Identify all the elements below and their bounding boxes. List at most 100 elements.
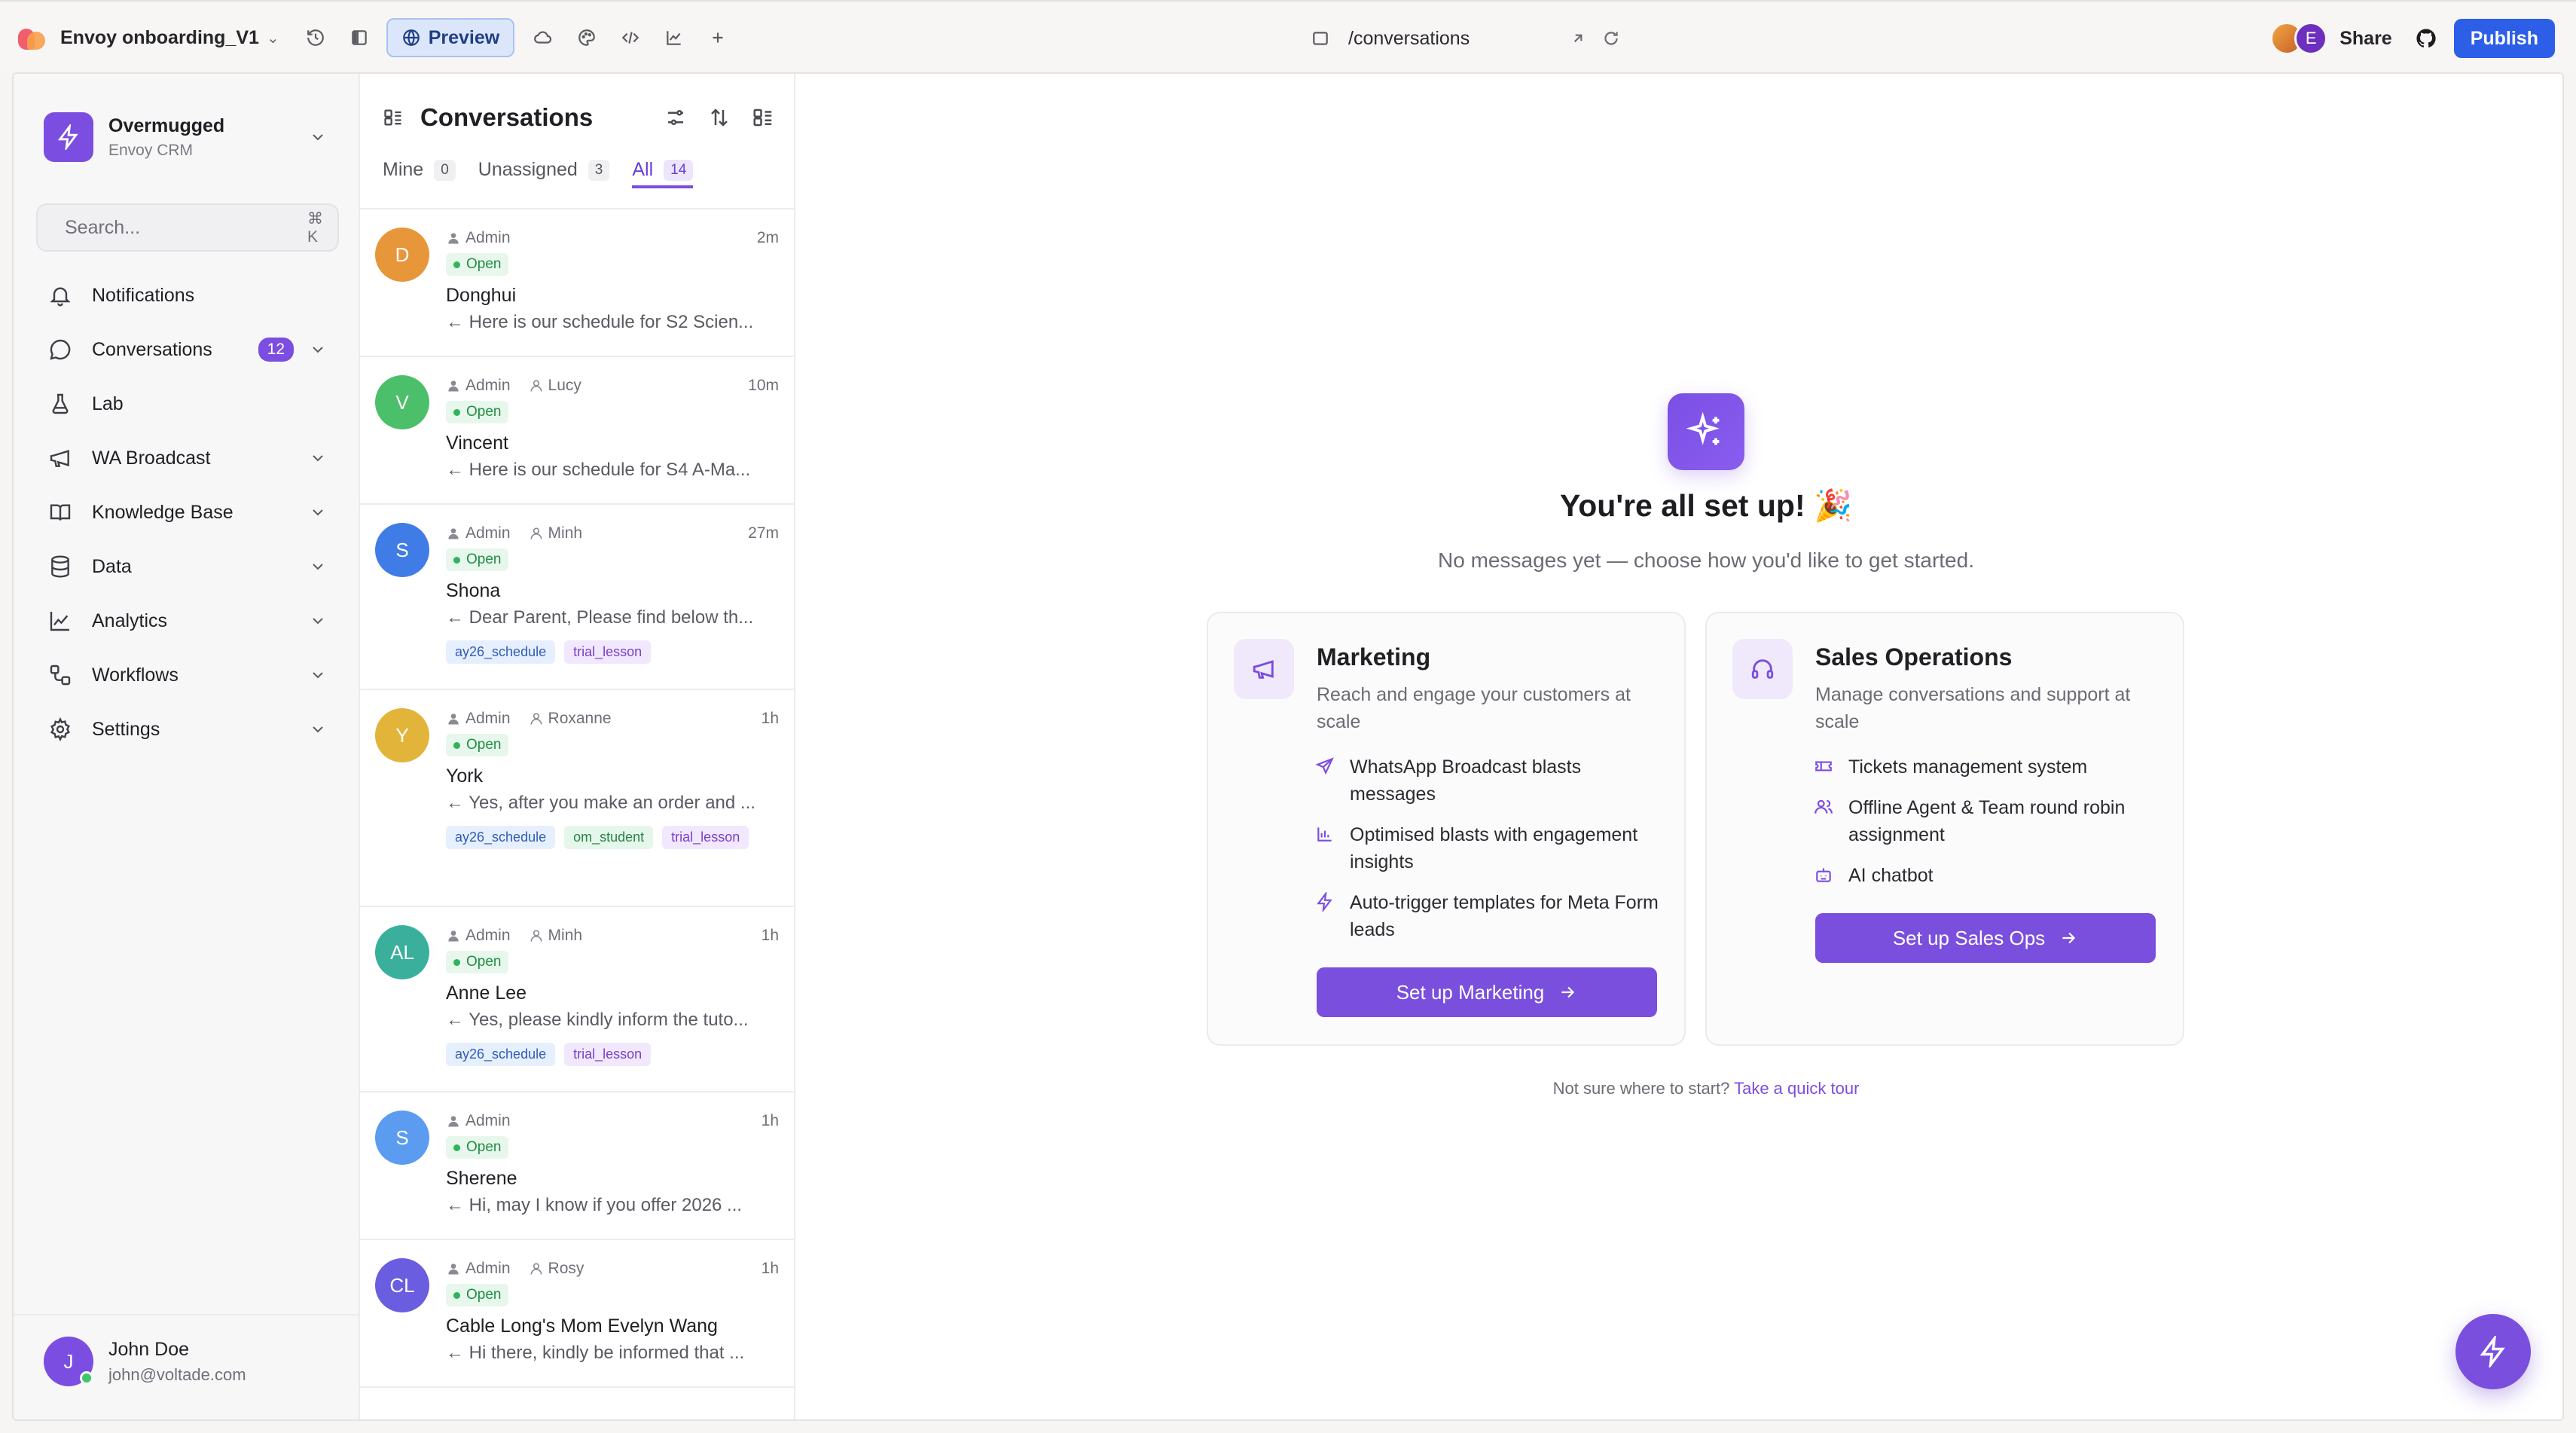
preview-label: Preview [428,26,500,48]
conversation-meta: Admin Rosy [446,1260,584,1278]
chevron-down-icon[interactable]: ⌄ [267,29,279,47]
workflow-icon [50,665,71,686]
conversation-row[interactable]: Y Admin Roxanne 1h Open York ← Yes, after you … [360,690,795,907]
sidebar-nav: Notifications Conversations 12 Lab WA Br… [36,268,339,756]
avatar: V [375,375,429,429]
sidebar-item-conversations[interactable]: Conversations 12 [36,322,339,377]
status-text: Open [466,256,502,272]
quick-action-button[interactable] [2455,1314,2531,1389]
conversation-row[interactable]: CL Admin Rosy 1h Open Cable Long's Mom Evelyn… [360,1240,795,1388]
palette-icon[interactable] [570,21,603,54]
cloud-icon[interactable] [526,21,560,54]
status-dot [453,958,460,966]
sidebar-toggle-icon[interactable] [343,21,376,54]
zap-icon [57,124,78,150]
chevron-down-icon[interactable] [309,558,327,576]
tab-unassigned[interactable]: Unassigned 3 [478,159,610,188]
url-bar[interactable]: /conversations [1300,18,1631,59]
feature-item: Auto-trigger templates for Meta Form lea… [1317,889,1671,943]
sidebar-item-notifications[interactable]: Notifications [36,268,339,322]
chart-icon [50,612,69,631]
conversation-row[interactable]: V Admin Lucy 10m Open Vincent ← Here is our sc… [360,357,795,505]
owner-name: Admin [465,524,511,542]
message-preview: ← Here is our schedule for S2 Scien... [446,312,754,332]
tab-label: Mine [383,159,424,180]
github-icon[interactable] [2415,27,2437,50]
analytics-icon[interactable] [658,21,691,54]
layout-icon[interactable] [752,106,774,129]
conversation-list-panel: Conversations Mine 0 Unassigned 3 All 14… [360,74,795,1419]
chevron-down-icon[interactable] [309,666,327,684]
setup-sales-ops-button[interactable]: Set up Sales Ops [1815,913,2156,963]
owner-icon [448,1263,459,1275]
bell-icon [50,287,71,307]
conversation-row[interactable]: AL Admin Minh 1h Open Anne Lee ← Yes, please k… [360,907,795,1092]
tab-all[interactable]: All 14 [632,159,694,188]
tag-chip[interactable]: ay26_schedule [446,826,556,849]
preview-button[interactable]: Preview [386,18,515,57]
tag-chip[interactable]: ay26_schedule [446,1043,556,1066]
tag-chip[interactable]: om_student [564,826,654,849]
project-name[interactable]: Envoy onboarding_V1 [60,27,259,49]
assignee-name: Roxanne [548,710,612,727]
chevron-down-icon[interactable] [309,503,327,521]
sidebar-search[interactable]: ⌘ K [36,203,339,252]
sidebar-item-settings[interactable]: Settings [36,702,339,756]
filter-icon[interactable] [664,106,687,129]
contact-name: York [446,765,484,787]
quick-tour-link[interactable]: Take a quick tour [1734,1079,1859,1098]
plus-icon[interactable] [701,21,734,54]
chevron-down-icon[interactable] [309,612,327,630]
avatar: S [375,523,429,577]
conversation-row[interactable]: S Admin 1h Open Sherene ← Hi, may I know if y… [360,1092,795,1240]
sidebar-item-label: Lab [92,393,124,414]
sidebar-item-wa-broadcast[interactable]: WA Broadcast [36,431,339,485]
workspace-switcher[interactable]: Overmugged Envoy CRM [44,104,345,170]
sidebar-item-knowledge-base[interactable]: Knowledge Base [36,485,339,539]
app-logo [18,24,45,51]
chevron-down-icon[interactable] [309,449,327,467]
search-shortcut: ⌘ K [307,209,323,246]
publish-button[interactable]: Publish [2453,19,2555,58]
bar-chart-icon [1317,827,1332,842]
sort-icon[interactable] [708,106,731,129]
status-dot [453,741,460,749]
conversation-row[interactable]: S Admin Minh 27m Open Shona ← Dear Parent, Ple… [360,505,795,690]
sidebar-item-lab[interactable]: Lab [36,377,339,431]
tag-chip[interactable]: trial_lesson [564,640,652,664]
sidebar-item-workflows[interactable]: Workflows [36,648,339,702]
timestamp: 27m [748,524,779,542]
tab-mine[interactable]: Mine 0 [383,159,456,188]
status-badge: Open [446,951,509,973]
setup-marketing-button[interactable]: Set up Marketing [1317,967,1657,1017]
conversation-row[interactable]: D Admin 2m Open Donghui ← Here is our schedul… [360,209,795,357]
assignee: Lucy [529,377,581,395]
status-text: Open [466,1287,502,1303]
status-badge: Open [446,548,509,571]
collaborators[interactable]: E [2270,22,2328,55]
refresh-icon[interactable] [1601,29,1621,48]
tag-chip[interactable]: ay26_schedule [446,640,556,664]
sparkles-icon [1668,393,1744,470]
feature-text: Tickets management system [1848,756,2088,778]
share-button[interactable]: Share [2339,28,2391,50]
tag-chip[interactable]: trial_lesson [662,826,749,849]
chevron-down-icon[interactable] [309,341,327,359]
chevron-down-icon[interactable] [309,720,327,738]
status-text: Open [466,404,502,420]
history-icon[interactable] [299,21,332,54]
code-icon[interactable] [614,21,647,54]
app-frame: Overmugged Envoy CRM ⌘ K Notifications C… [12,72,2564,1421]
tab-count: 14 [664,159,694,181]
user-profile[interactable]: J John Doe john@voltade.com [44,1337,246,1386]
sidebar-item-analytics[interactable]: Analytics [36,594,339,648]
panel-toggle-icon[interactable] [383,107,404,128]
search-input[interactable] [65,216,307,239]
tag-chip[interactable]: trial_lesson [564,1043,652,1066]
url-text[interactable]: /conversations [1348,28,1555,50]
tab-label: Unassigned [478,159,578,180]
owner-icon [448,233,459,244]
external-link-icon[interactable] [1568,29,1588,48]
sidebar-item-data[interactable]: Data [36,539,339,594]
status-text: Open [466,737,502,753]
